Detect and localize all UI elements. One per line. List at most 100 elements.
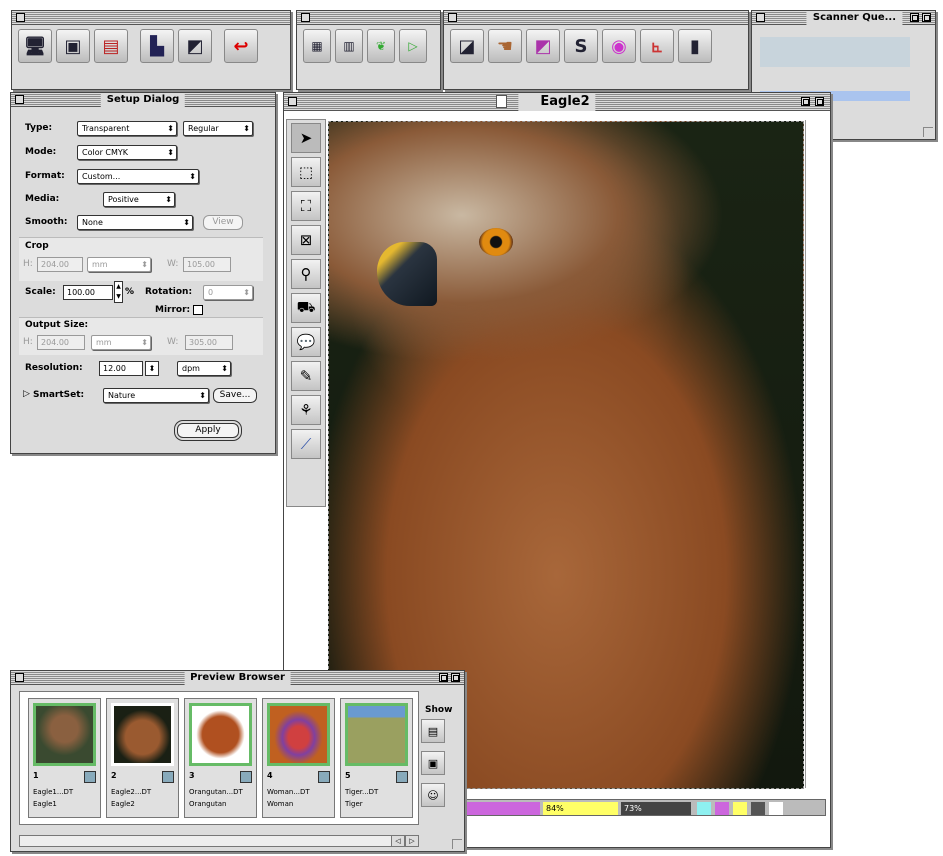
zoom-box[interactable]	[910, 13, 919, 22]
output-h-field[interactable]: 204.00	[37, 335, 85, 350]
type-select[interactable]: Transparent	[77, 121, 177, 136]
page-forward-icon[interactable]: ▷	[399, 29, 427, 63]
scanner-queue-titlebar[interactable]: Scanner Que...	[752, 11, 935, 25]
lasso-crop-icon[interactable]: ⛶	[291, 191, 321, 221]
curves-icon[interactable]: ⦜	[640, 29, 674, 63]
thumbnail-preview-icon[interactable]	[240, 771, 252, 783]
color-layers-icon[interactable]: ▤	[94, 29, 128, 63]
horizontal-scrollbar[interactable]	[19, 835, 419, 847]
queue-list[interactable]	[760, 37, 910, 67]
scroll-left-icon[interactable]: ◁	[391, 835, 405, 847]
thumbnail-item[interactable]: 5 Tiger...DT Tiger	[340, 698, 413, 818]
crop-h-field[interactable]: 204.00	[37, 257, 83, 272]
preview-browser-titlebar[interactable]: Preview Browser	[11, 671, 464, 685]
output-unit-select[interactable]: mm	[91, 335, 151, 350]
close-box[interactable]	[448, 13, 457, 22]
show-list-icon[interactable]: ▤	[421, 719, 445, 743]
zoom-box[interactable]	[439, 673, 448, 682]
scan-image-icon[interactable]: ◩	[178, 29, 212, 63]
pixels-icon[interactable]: ▥	[335, 29, 363, 63]
thumbnail-preview-icon[interactable]	[84, 771, 96, 783]
close-box[interactable]	[288, 97, 297, 106]
swatch-yellow[interactable]	[733, 802, 747, 815]
swatch-white[interactable]	[769, 802, 783, 815]
color-wheel-icon[interactable]: ◉	[602, 29, 636, 63]
close-box[interactable]	[15, 673, 24, 682]
toolbar-titlebar[interactable]	[12, 11, 290, 25]
crop-w-field[interactable]: 105.00	[183, 257, 231, 272]
fit-frame-icon[interactable]: ⊠	[291, 225, 321, 255]
media-select[interactable]: Positive	[103, 192, 175, 207]
hand-icon[interactable]: ☚	[488, 29, 522, 63]
show-person-icon[interactable]: ☺	[421, 783, 445, 807]
scan-document-icon[interactable]: ▙	[140, 29, 174, 63]
marquee-select-icon[interactable]: ⬚	[291, 157, 321, 187]
bar-icon[interactable]: ▮	[678, 29, 712, 63]
toolbar-titlebar[interactable]	[444, 11, 748, 25]
zoom-magnifier-icon[interactable]: ⚲	[291, 259, 321, 289]
setup-titlebar[interactable]: Setup Dialog	[11, 93, 275, 107]
arrow-pointer-icon[interactable]: ➤	[291, 123, 321, 153]
foreground-background-icon[interactable]: ◪	[450, 29, 484, 63]
show-preview-icon[interactable]: ▣	[421, 751, 445, 775]
image-window-titlebar[interactable]: Eagle2	[284, 93, 830, 111]
smartset-disclosure-icon[interactable]: ▷	[23, 389, 30, 399]
curve-pen-icon[interactable]: ⟋	[291, 429, 321, 459]
collapse-box[interactable]	[815, 97, 824, 106]
format-select[interactable]: Custom...	[77, 169, 199, 184]
gradient-icon[interactable]: ◩	[526, 29, 560, 63]
thumbnail-item[interactable]: 3 Orangutan...DT Orangutan	[184, 698, 257, 818]
thumbnail-item[interactable]: 4 Woman...DT Woman	[262, 698, 335, 818]
close-box[interactable]	[301, 13, 310, 22]
scanner-preview-icon[interactable]: ▣	[56, 29, 90, 63]
close-box[interactable]	[16, 13, 25, 22]
thumbnail-preview-icon[interactable]	[162, 771, 174, 783]
scale-percent: %	[125, 287, 135, 297]
view-button[interactable]: View	[203, 215, 243, 230]
resolution-unit-select[interactable]: dpm	[177, 361, 231, 376]
view-toolbar: ▦ ▥ ❦ ▷	[297, 25, 433, 67]
speech-bubble-icon[interactable]: 💬	[291, 327, 321, 357]
collapse-box[interactable]	[922, 13, 931, 22]
resolution-field[interactable]: 12.00	[99, 361, 143, 376]
close-box[interactable]	[15, 95, 24, 104]
rotation-label: Rotation:	[145, 287, 193, 297]
leaf-icon[interactable]: ❦	[367, 29, 395, 63]
thumbnail-preview-icon[interactable]	[318, 771, 330, 783]
swatch-magenta[interactable]	[715, 802, 729, 815]
resize-grip-icon[interactable]	[923, 127, 933, 137]
monitor-icon[interactable]: 🖥	[18, 29, 52, 63]
thumbnail-preview-icon[interactable]	[396, 771, 408, 783]
thumbnail-item[interactable]: 2 Eagle2...DT Eagle2	[106, 698, 179, 818]
swatch-black[interactable]	[751, 802, 765, 815]
paint-bucket-icon[interactable]: ⛟	[291, 293, 321, 323]
crop-unit-select[interactable]: mm	[87, 257, 151, 272]
resize-grip-icon[interactable]	[452, 839, 462, 849]
output-w-field[interactable]: 305.00	[185, 335, 233, 350]
mirror-label: Mirror:	[155, 305, 191, 315]
document-icon[interactable]: ▦	[303, 29, 331, 63]
eyedropper-icon[interactable]: ✎	[291, 361, 321, 391]
stamp-icon[interactable]: ⚘	[291, 395, 321, 425]
rotation-select[interactable]: 0	[203, 285, 253, 300]
mirror-checkbox[interactable]	[193, 305, 203, 315]
scroll-right-icon[interactable]: ▷	[405, 835, 419, 847]
resolution-stepper[interactable]: ⬍	[145, 361, 159, 376]
undo-arrow-icon[interactable]: ↩	[224, 29, 258, 63]
collapse-box[interactable]	[451, 673, 460, 682]
show-label: Show	[425, 705, 453, 715]
toolbar-titlebar[interactable]	[297, 11, 440, 25]
sharpen-s-icon[interactable]: S	[564, 29, 598, 63]
smooth-select[interactable]: None	[77, 215, 193, 230]
close-box[interactable]	[756, 13, 765, 22]
thumbnail-item[interactable]: 1 Eagle1...DT Eagle1	[28, 698, 101, 818]
smartset-select[interactable]: Nature	[103, 388, 209, 403]
zoom-box[interactable]	[801, 97, 810, 106]
scale-stepper[interactable]: ▲ ▼	[114, 281, 123, 303]
type2-select[interactable]: Regular	[183, 121, 253, 136]
apply-button[interactable]: Apply	[177, 423, 239, 438]
scale-field[interactable]: 100.00	[63, 285, 113, 300]
mode-select[interactable]: Color CMYK	[77, 145, 177, 160]
swatch-cyan[interactable]	[697, 802, 711, 815]
save-button[interactable]: Save...	[213, 388, 257, 403]
